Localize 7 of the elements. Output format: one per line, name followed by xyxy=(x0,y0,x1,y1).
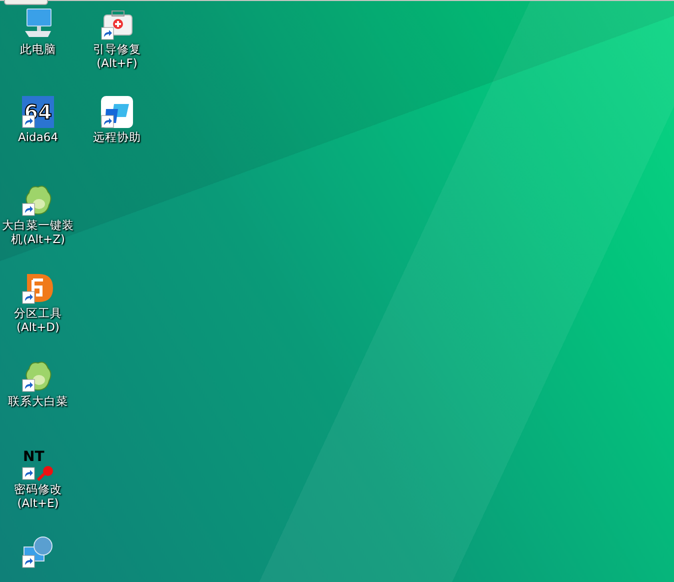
desktop-shortcut[interactable]: 分区工具 (Alt+D) xyxy=(0,271,76,359)
desktop-shortcut[interactable]: 此电脑 xyxy=(0,7,76,95)
desktop-shortcut[interactable]: 远程协助 xyxy=(79,95,155,183)
desktop-shortcut[interactable]: 大白菜一键装 机(Alt+Z) xyxy=(0,183,76,271)
desktop-shortcut[interactable]: NT 密码修改 (Alt+E) xyxy=(0,447,76,535)
desktop-shortcut[interactable]: 引导修复 (Alt+F) xyxy=(79,7,155,95)
desktop-shortcut[interactable]: 联系大白菜 xyxy=(0,359,76,447)
